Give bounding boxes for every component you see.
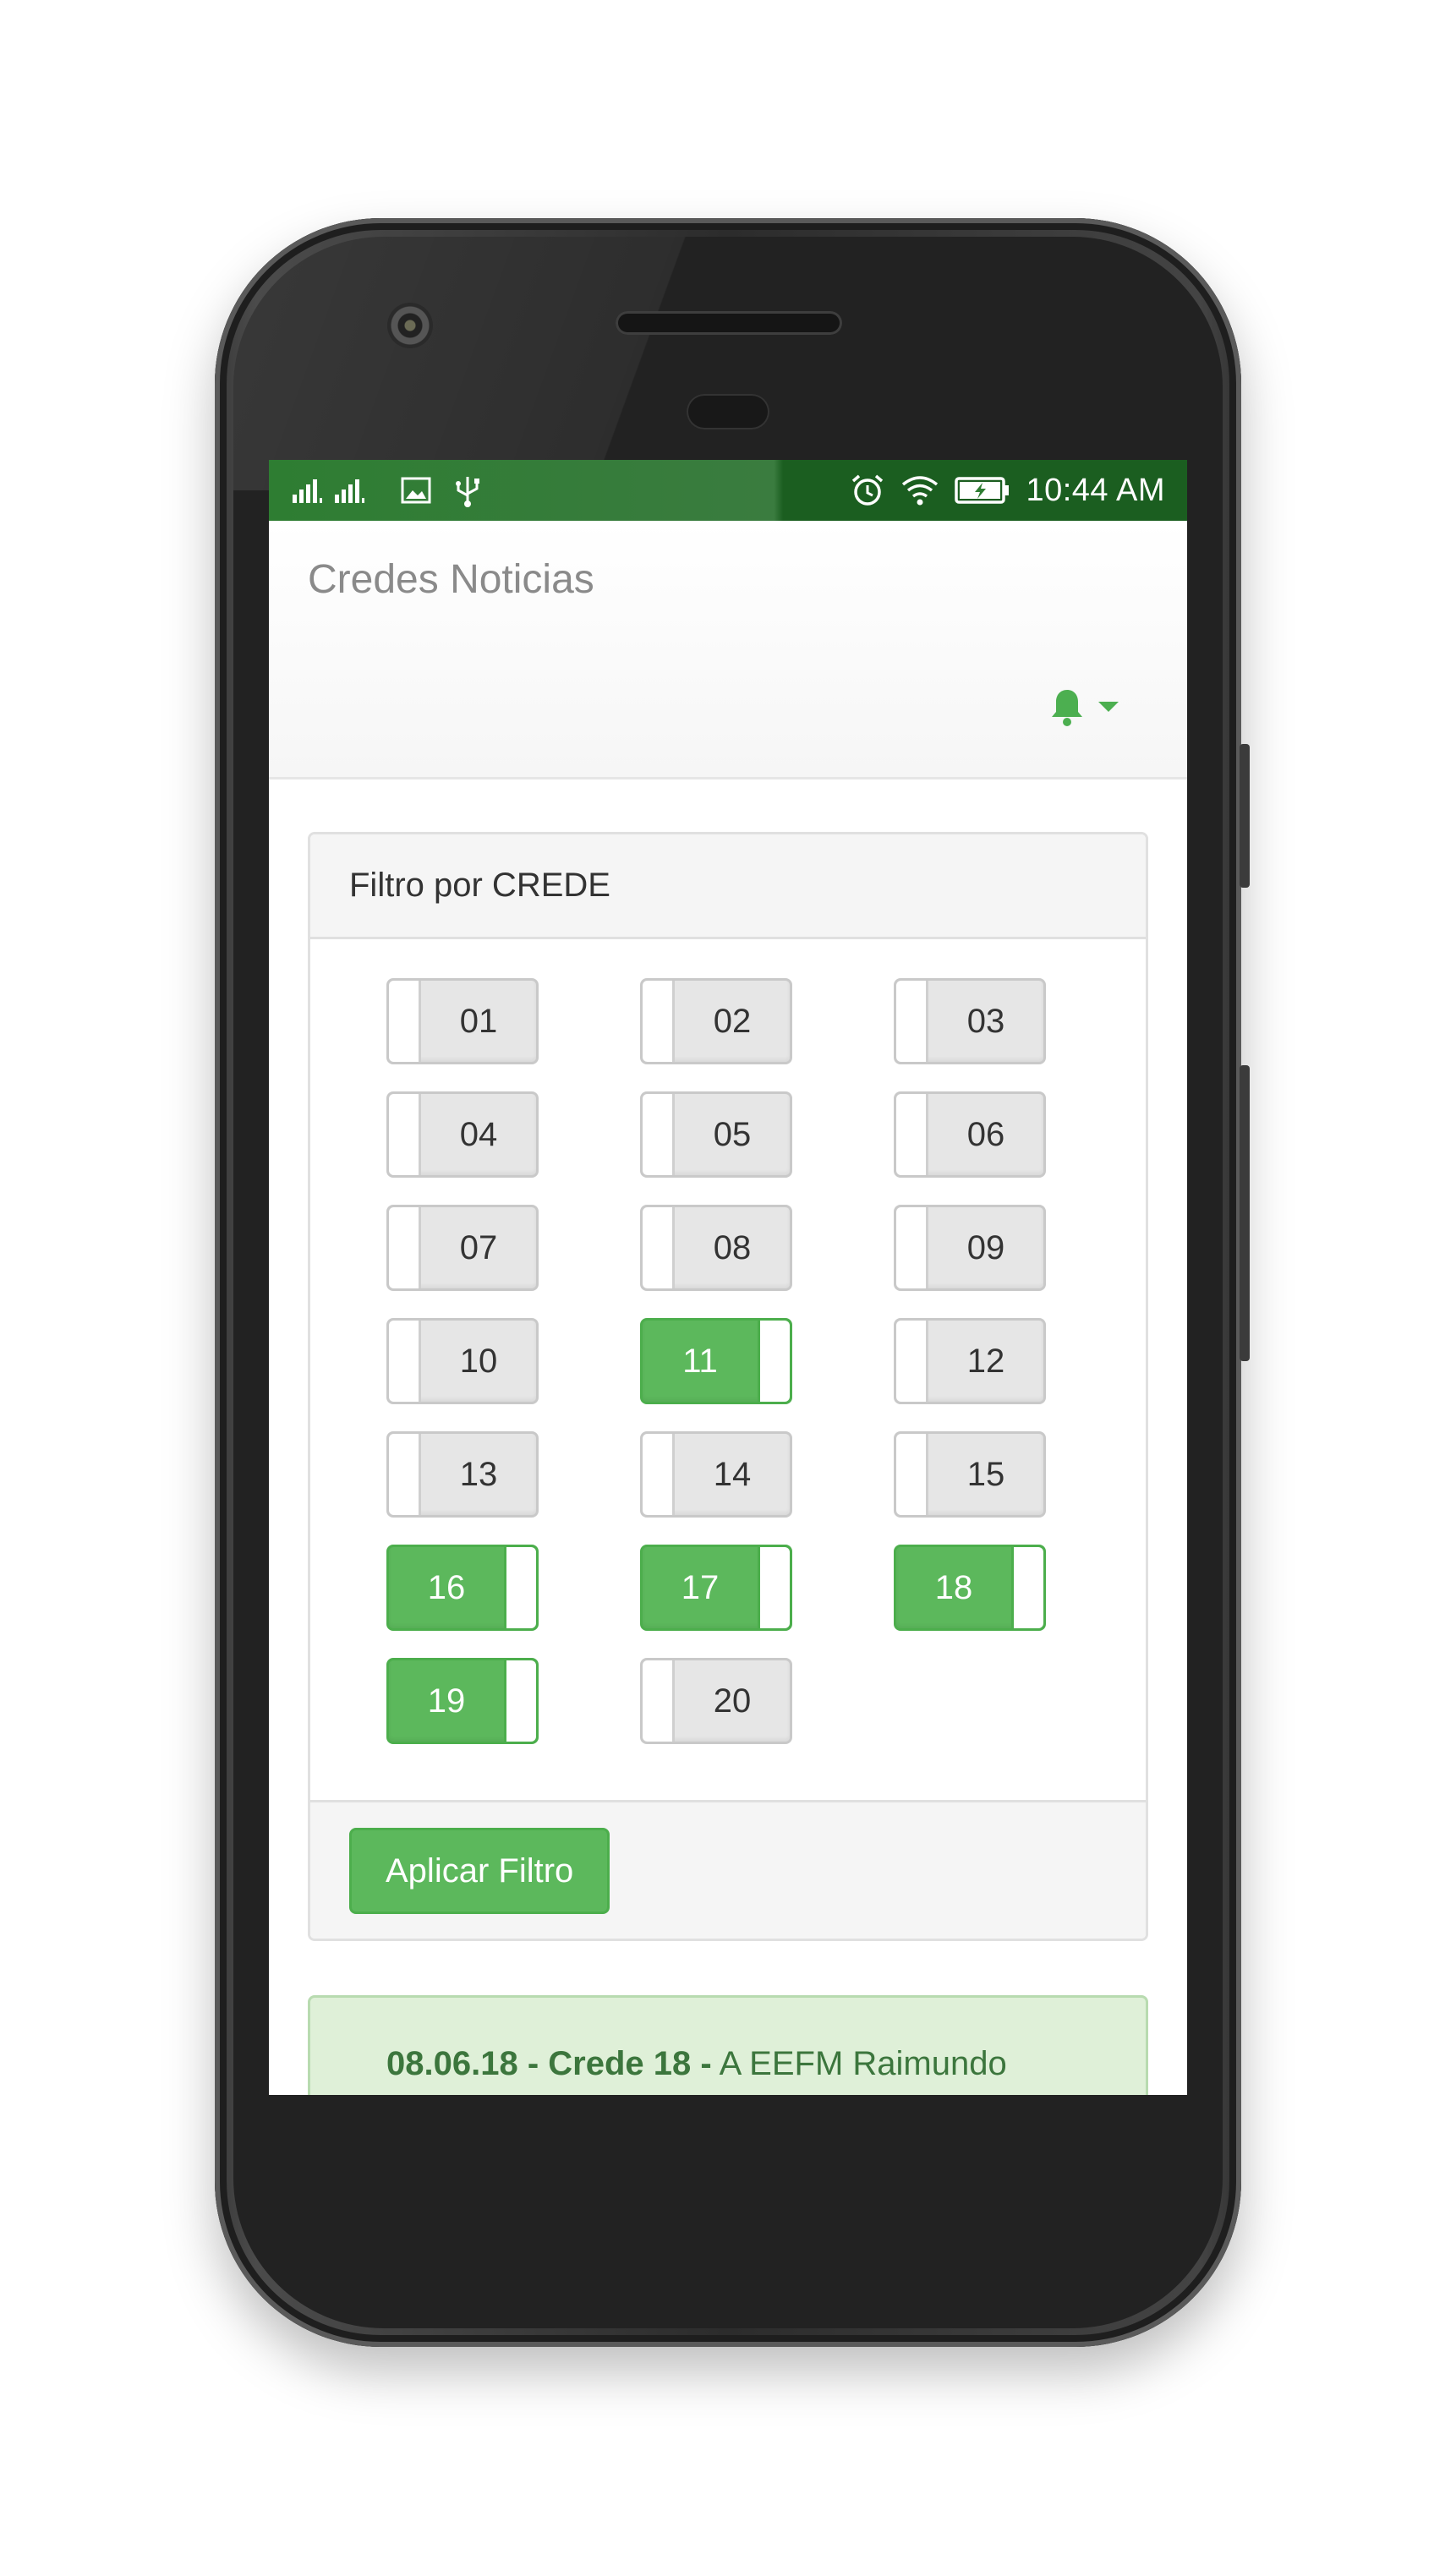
toggle-knob xyxy=(389,1207,421,1288)
front-camera xyxy=(387,303,433,348)
usb-icon xyxy=(453,473,482,507)
chevron-down-icon xyxy=(1097,700,1119,718)
power-button xyxy=(1240,744,1250,888)
toggle-knob xyxy=(389,1321,421,1402)
crede-toggle-18[interactable]: 18 xyxy=(894,1545,1046,1631)
toggle-knob xyxy=(896,1207,928,1288)
crede-toggle-11[interactable]: 11 xyxy=(640,1318,792,1404)
filter-panel-header: Filtro por CREDE xyxy=(310,834,1146,939)
earpiece-speaker xyxy=(616,311,842,335)
wifi-icon xyxy=(900,474,939,506)
toggle-knob xyxy=(896,981,928,1062)
crede-toggle-10[interactable]: 10 xyxy=(386,1318,539,1404)
toggle-label: 03 xyxy=(966,1002,1005,1040)
crede-toggle-16[interactable]: 16 xyxy=(386,1545,539,1631)
toggle-knob xyxy=(504,1547,536,1628)
toggle-label: 13 xyxy=(459,1455,498,1493)
toggle-label: 17 xyxy=(681,1568,720,1606)
toggle-label: 04 xyxy=(459,1115,498,1153)
toggle-label: 05 xyxy=(713,1115,752,1153)
crede-toggle-12[interactable]: 12 xyxy=(894,1318,1046,1404)
crede-toggle-07[interactable]: 07 xyxy=(386,1205,539,1291)
news-date-label: 08.06.18 - Crede 18 - xyxy=(386,2045,712,2082)
alarm-icon xyxy=(850,473,885,508)
crede-toggle-15[interactable]: 15 xyxy=(894,1431,1046,1518)
proximity-sensor xyxy=(687,394,769,429)
toggle-knob xyxy=(1011,1547,1043,1628)
toggle-knob xyxy=(758,1547,790,1628)
toggle-knob xyxy=(389,1094,421,1175)
toggle-label: 01 xyxy=(459,1002,498,1040)
crede-toggle-20[interactable]: 20 xyxy=(640,1658,792,1744)
status-bar: 10:44 AM xyxy=(269,460,1187,521)
crede-toggle-08[interactable]: 08 xyxy=(640,1205,792,1291)
app-title: Credes Noticias xyxy=(308,557,594,602)
crede-toggle-06[interactable]: 06 xyxy=(894,1091,1046,1178)
toggle-label: 11 xyxy=(682,1342,718,1380)
toggle-label: 06 xyxy=(966,1115,1005,1153)
news-item[interactable]: 08.06.18 - Crede 18 - A EEFM Raimundo xyxy=(308,1995,1148,2095)
volume-button xyxy=(1240,1065,1250,1361)
crede-toggle-13[interactable]: 13 xyxy=(386,1431,539,1518)
notifications-dropdown[interactable] xyxy=(1048,686,1119,731)
crede-toggle-grid: 01 02 03 04 05 06 07 08 09 10 11 12 13 14 15 16 17 18 19 20 xyxy=(386,978,1063,1744)
toggle-label: 18 xyxy=(934,1568,973,1606)
toggle-knob xyxy=(758,1321,790,1402)
toggle-knob xyxy=(643,1207,675,1288)
toggle-knob xyxy=(643,1094,675,1175)
crede-toggle-01[interactable]: 01 xyxy=(386,978,539,1064)
toggle-label: 15 xyxy=(966,1455,1005,1493)
crede-toggle-09[interactable]: 09 xyxy=(894,1205,1046,1291)
apply-filter-button[interactable]: Aplicar Filtro xyxy=(349,1828,610,1914)
app-screen: 10:44 AM Credes Noticias Filtro por CRED… xyxy=(269,460,1187,2095)
toggle-knob xyxy=(643,1660,675,1742)
app-header: Credes Noticias xyxy=(269,521,1187,779)
crede-toggle-04[interactable]: 04 xyxy=(386,1091,539,1178)
toggle-knob xyxy=(896,1094,928,1175)
toggle-knob xyxy=(643,1434,675,1515)
toggle-label: 14 xyxy=(713,1455,752,1493)
news-headline: A EEFM Raimundo xyxy=(711,2045,1007,2082)
toggle-label: 12 xyxy=(966,1342,1005,1380)
toggle-knob xyxy=(896,1434,928,1515)
toggle-knob xyxy=(389,1434,421,1515)
image-icon xyxy=(401,476,431,505)
toggle-label: 20 xyxy=(713,1682,752,1720)
toggle-label: 02 xyxy=(713,1002,752,1040)
toggle-knob xyxy=(643,981,675,1062)
signal-icon xyxy=(291,476,379,505)
toggle-knob xyxy=(896,1321,928,1402)
crede-toggle-14[interactable]: 14 xyxy=(640,1431,792,1518)
crede-toggle-05[interactable]: 05 xyxy=(640,1091,792,1178)
bell-icon xyxy=(1048,686,1086,731)
toggle-label: 08 xyxy=(713,1228,752,1266)
crede-toggle-19[interactable]: 19 xyxy=(386,1658,539,1744)
toggle-knob xyxy=(504,1660,536,1742)
toggle-label: 10 xyxy=(459,1342,498,1380)
toggle-label: 07 xyxy=(459,1228,498,1266)
battery-charging-icon xyxy=(955,476,1010,505)
crede-toggle-03[interactable]: 03 xyxy=(894,978,1046,1064)
toggle-knob xyxy=(389,981,421,1062)
crede-toggle-02[interactable]: 02 xyxy=(640,978,792,1064)
toggle-label: 19 xyxy=(427,1682,466,1720)
crede-toggle-17[interactable]: 17 xyxy=(640,1545,792,1631)
filter-panel-footer: Aplicar Filtro xyxy=(310,1800,1146,1939)
toggle-label: 09 xyxy=(966,1228,1005,1266)
status-time: 10:44 AM xyxy=(1026,472,1165,508)
filter-panel: Filtro por CREDE 01 02 03 04 05 06 07 08 09 10 11 1… xyxy=(308,832,1148,1941)
toggle-label: 16 xyxy=(427,1568,466,1606)
